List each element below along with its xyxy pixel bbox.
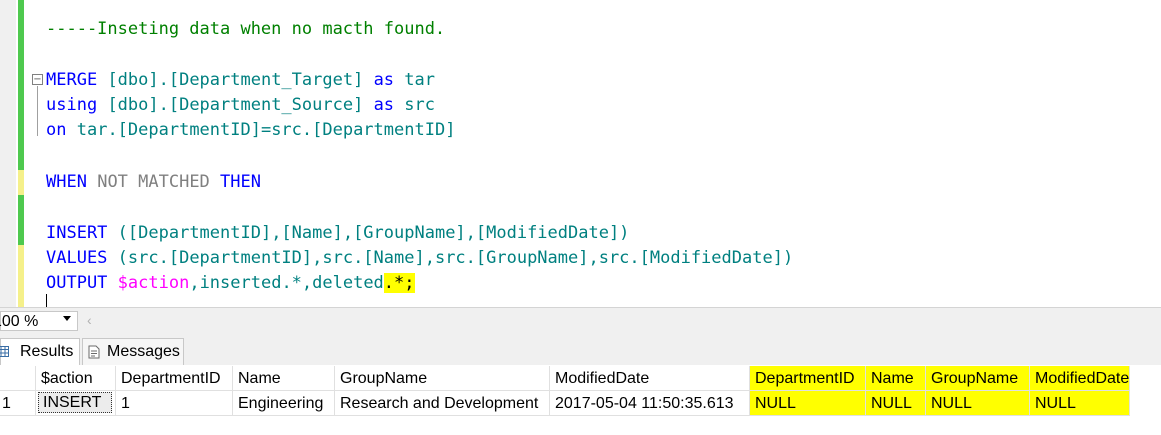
keyword-then: THEN xyxy=(220,172,261,192)
insert-column-list: ([DepartmentID],[Name],[GroupName],[Modi… xyxy=(117,223,630,243)
editor-status-bar: 100 % ‹ xyxy=(0,307,1161,335)
table-cell[interactable]: Engineering xyxy=(233,391,335,416)
column-header-modifieddate[interactable]: ModifiedDate xyxy=(550,366,750,391)
source-table: [dbo].[Department_Source] xyxy=(107,95,364,115)
column-header-groupname[interactable]: GroupName xyxy=(335,366,550,391)
code-comment-line: -----Inseting data when no macth found. xyxy=(46,19,446,39)
zoom-dropdown[interactable]: 100 % xyxy=(0,311,78,331)
code-line-values: VALUES (src.[DepartmentID],src.[Name],sr… xyxy=(46,246,793,271)
row-number[interactable]: 1 xyxy=(0,391,36,416)
query-editor[interactable]: − -----Inseting data when no macth found… xyxy=(0,0,1161,307)
keyword-when: WHEN xyxy=(46,172,87,192)
table-cell[interactable]: NULL xyxy=(866,391,926,416)
code-line-using: using [dbo].[Department_Source] as src xyxy=(46,93,435,118)
editor-gutter xyxy=(0,0,16,307)
table-cell[interactable]: 1 xyxy=(116,391,233,416)
column-header-departmentid[interactable]: DepartmentID xyxy=(116,366,233,391)
highlighted-output-tail: .*; xyxy=(383,273,415,293)
chevron-down-icon[interactable] xyxy=(63,316,71,321)
table-cell[interactable]: Research and Development xyxy=(335,391,550,416)
table-cell[interactable]: NULL xyxy=(750,391,866,416)
code-line-output: OUTPUT $action,inserted.*,deleted.*; xyxy=(46,271,415,296)
keyword-using: using xyxy=(46,95,98,115)
values-list: (src.[DepartmentID],src.[Name],src.[Grou… xyxy=(117,248,794,268)
tab-results-label: Results xyxy=(20,343,74,360)
target-alias: tar xyxy=(404,70,436,90)
code-line-when: WHEN NOT MATCHED THEN xyxy=(46,170,261,195)
column-header-action[interactable]: $action xyxy=(36,366,116,391)
zoom-value: 100 % xyxy=(0,313,39,330)
keyword-on: on xyxy=(46,120,67,140)
tab-messages-label: Messages xyxy=(107,343,180,360)
action-variable: $action xyxy=(117,273,190,293)
column-header-name[interactable]: Name xyxy=(233,366,335,391)
row-header-corner xyxy=(0,366,36,391)
results-grid[interactable]: $action DepartmentID Name GroupName Modi… xyxy=(0,366,1161,435)
messages-icon xyxy=(88,345,100,359)
column-header-deleted-groupname[interactable]: GroupName xyxy=(926,366,1030,391)
code-line-merge: MERGE [dbo].[Department_Target] as tar xyxy=(46,68,435,93)
keyword-insert: INSERT xyxy=(46,223,108,243)
table-cell[interactable]: NULL xyxy=(926,391,1030,416)
change-bar-unsaved xyxy=(18,245,24,307)
table-cell[interactable]: NULL xyxy=(1030,391,1130,416)
text-cursor xyxy=(46,294,47,307)
column-header-deleted-modifieddate[interactable]: ModifiedDate xyxy=(1030,366,1130,391)
code-line-insert: INSERT ([DepartmentID],[Name],[GroupName… xyxy=(46,221,629,246)
keyword-not-matched: NOT MATCHED xyxy=(97,172,210,192)
code-line-on: on tar.[DepartmentID]=src.[DepartmentID] xyxy=(46,118,455,143)
column-header-deleted-name[interactable]: Name xyxy=(866,366,926,391)
table-cell[interactable]: 2017-05-04 11:50:35.613 xyxy=(550,391,750,416)
keyword-as: as xyxy=(373,70,395,90)
keyword-as: as xyxy=(373,95,395,115)
collapse-toggle-icon[interactable]: − xyxy=(32,74,43,85)
source-alias: src xyxy=(404,95,436,115)
scroll-left-icon[interactable]: ‹ xyxy=(87,312,92,328)
change-bar-saved xyxy=(18,0,24,170)
results-tab-bar: Results Messages xyxy=(0,335,1161,365)
keyword-values: VALUES xyxy=(46,248,108,268)
tab-results[interactable]: Results xyxy=(0,338,80,365)
grid-icon xyxy=(0,346,9,357)
column-header-deleted-departmentid[interactable]: DepartmentID xyxy=(750,366,866,391)
table-cell[interactable]: INSERT xyxy=(36,391,116,416)
keyword-merge: MERGE xyxy=(46,70,98,90)
join-condition: tar.[DepartmentID]=src.[DepartmentID] xyxy=(76,120,456,140)
outline-line xyxy=(37,86,38,136)
keyword-output: OUTPUT xyxy=(46,273,108,293)
change-bar-saved xyxy=(18,195,24,245)
change-bar-unsaved xyxy=(18,170,24,195)
target-table: [dbo].[Department_Target] xyxy=(107,70,364,90)
tab-messages[interactable]: Messages xyxy=(82,338,184,365)
selected-cell[interactable]: INSERT xyxy=(38,392,112,413)
output-columns: ,inserted.*,deleted xyxy=(189,273,384,293)
